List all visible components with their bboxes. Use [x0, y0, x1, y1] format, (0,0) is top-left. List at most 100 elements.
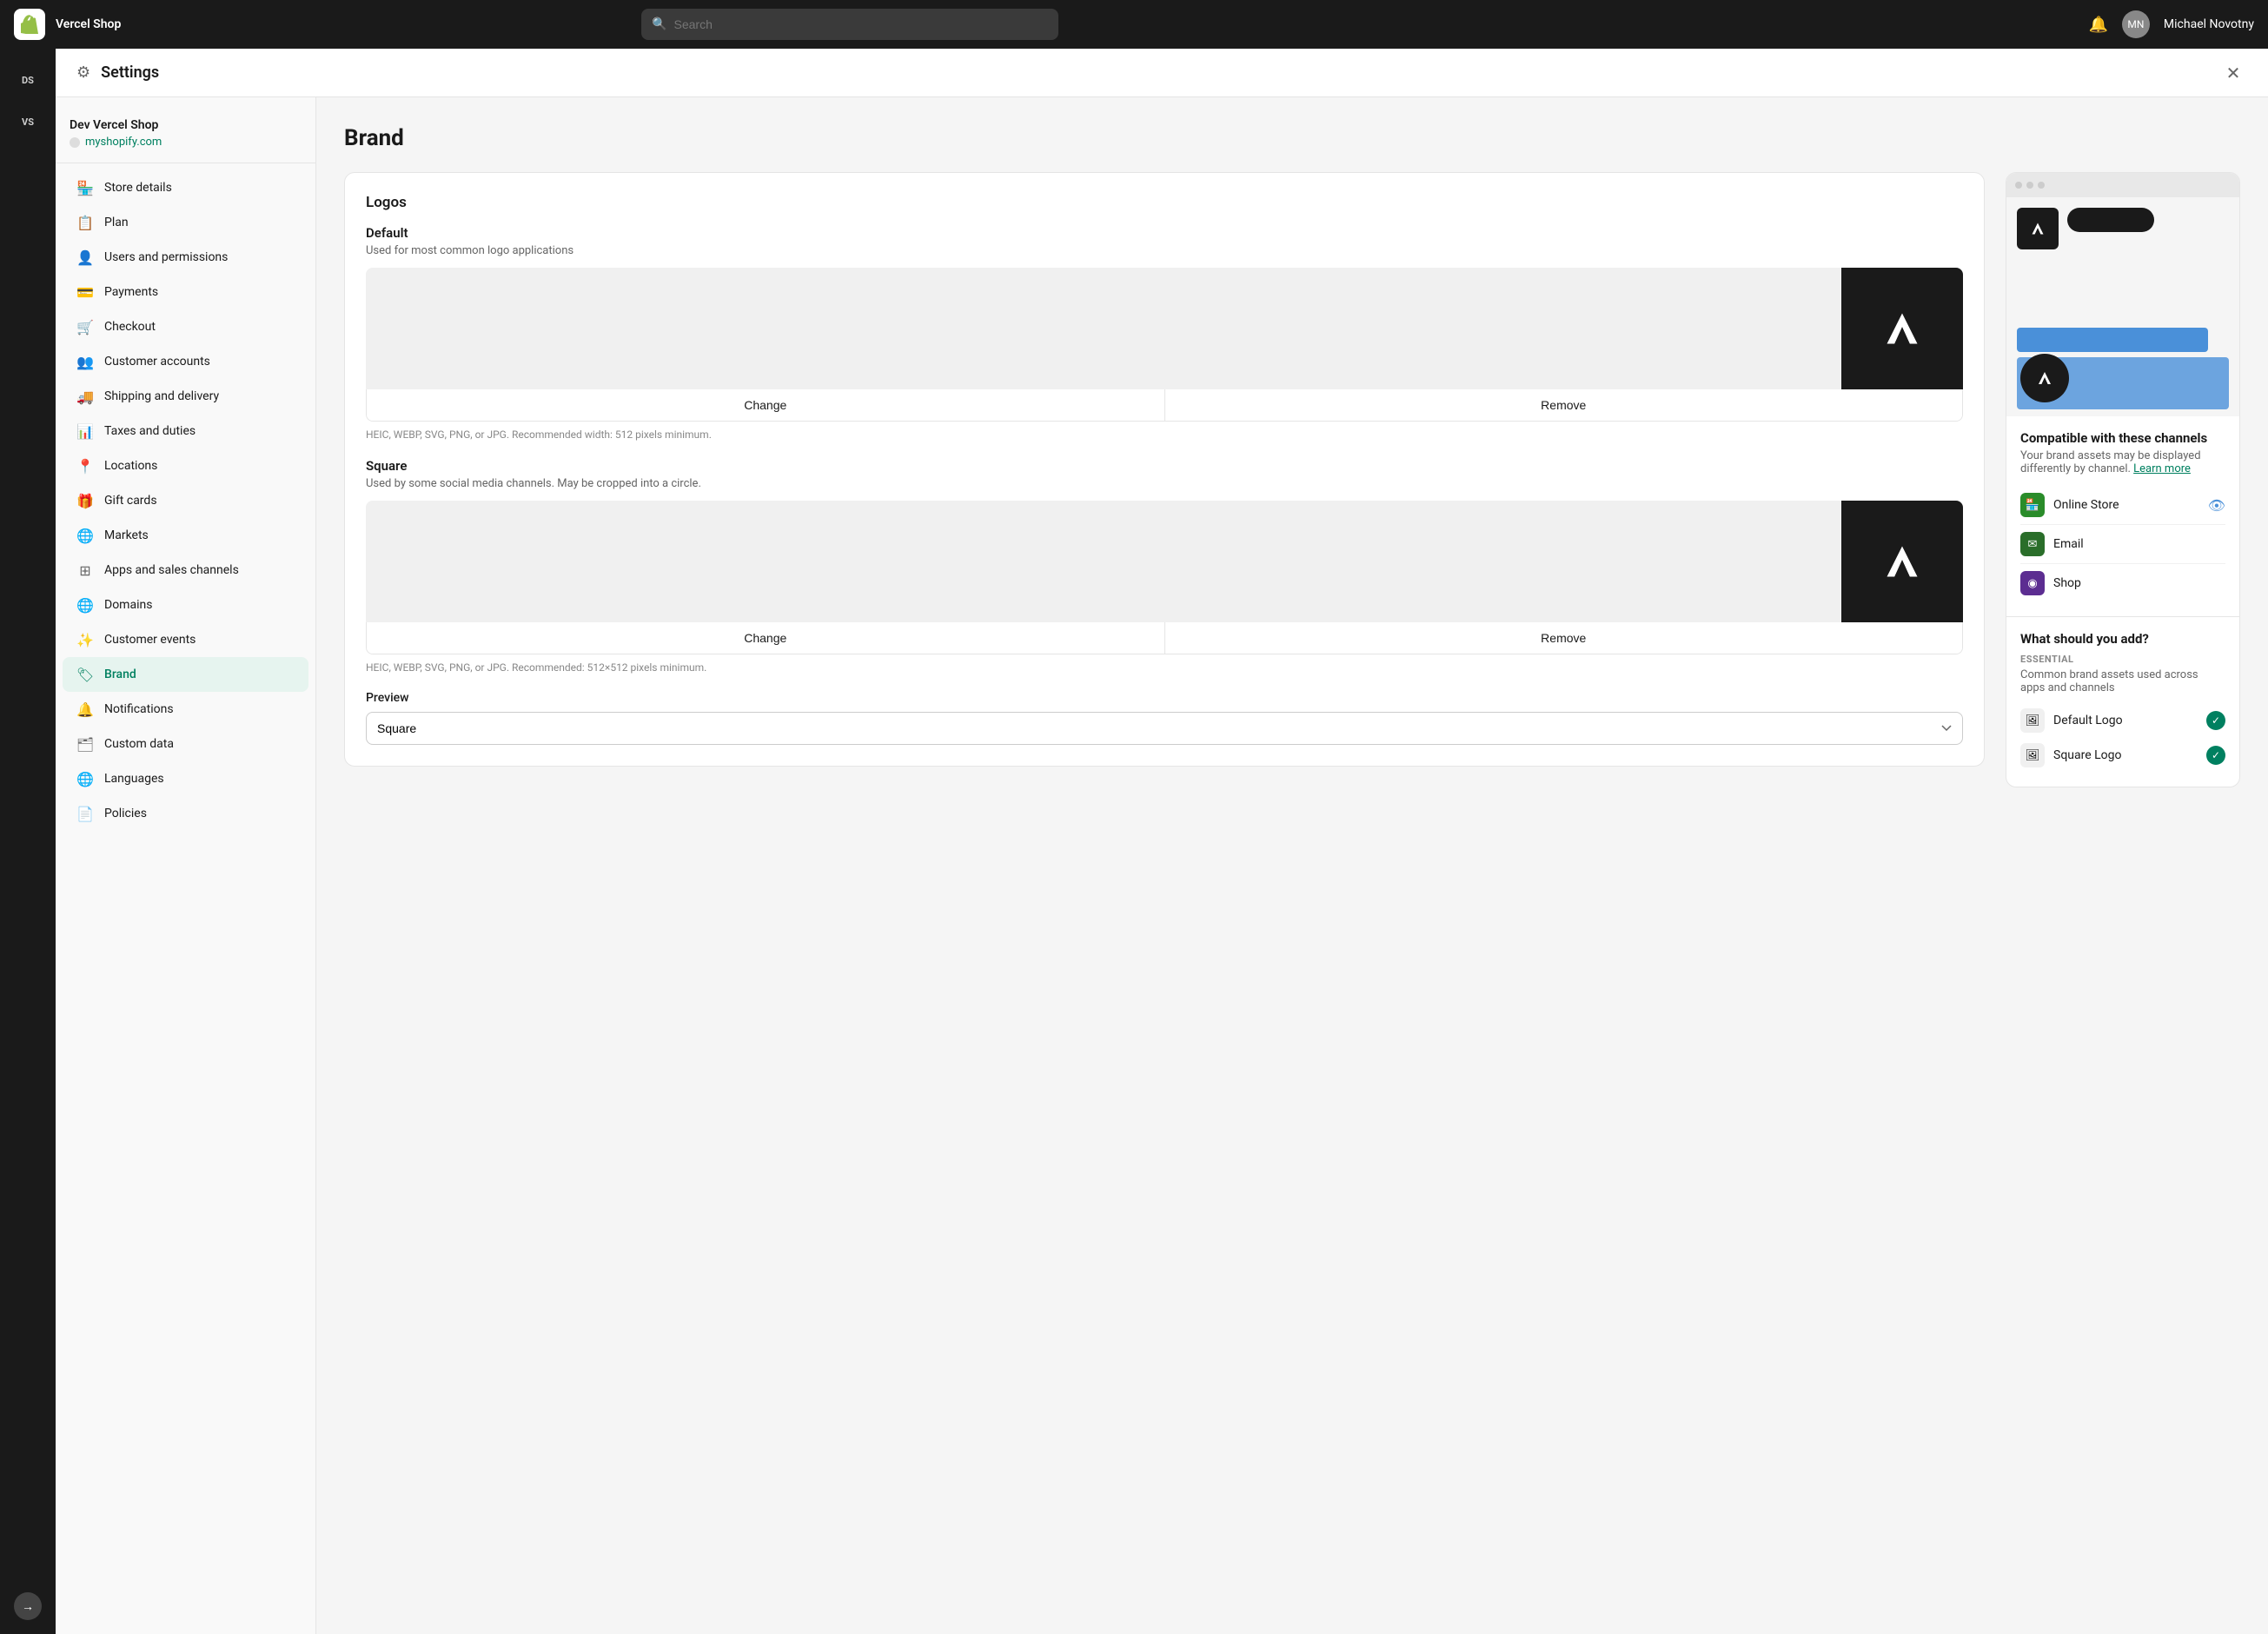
topbar: Vercel Shop 🔍 🔔 MN Michael Novotny [0, 0, 2268, 49]
checkout-icon: 🛒 [76, 318, 94, 335]
sidebar-item-apps-sales[interactable]: ⊞Apps and sales channels [63, 553, 308, 588]
sidebar-item-customer-accounts[interactable]: 👥 Customer accounts [63, 344, 308, 379]
settings-title: Settings [101, 63, 159, 82]
sidebar-item-plan[interactable]: 📋 Plan [63, 205, 308, 240]
essential-name-default-logo: Default Logo [2053, 714, 2198, 727]
store-url-row: myshopify.com [70, 136, 302, 149]
default-logo-hint: HEIC, WEBP, SVG, PNG, or JPG. Recommende… [366, 428, 1963, 441]
essential-desc: Common brand assets used across apps and… [2020, 668, 2225, 694]
default-logo-change-button[interactable]: Change [367, 389, 1165, 421]
square-logo-change-button[interactable]: Change [367, 622, 1165, 654]
left-nav-ds[interactable]: DS [10, 63, 45, 97]
default-logo-remove-button[interactable]: Remove [1165, 389, 1963, 421]
left-nav: DS VS → [0, 49, 56, 1634]
sidebar-item-customer-events[interactable]: ✨Customer events [63, 622, 308, 657]
shopify-logo[interactable] [14, 9, 45, 40]
default-logo-preview [366, 268, 1963, 389]
essential-default-logo: 🖼Default Logo✓ [2020, 703, 2225, 738]
sidebar-item-payments[interactable]: 💳Payments [63, 275, 308, 309]
close-button[interactable]: ✕ [2219, 59, 2247, 87]
logos-title: Logos [366, 194, 1963, 211]
square-logo-title: Square [366, 458, 1963, 474]
plan-icon: 📋 [76, 214, 94, 231]
sidebar-item-users-permissions[interactable]: 👤Users and permissions [63, 240, 308, 275]
learn-more-link[interactable]: Learn more [2133, 462, 2191, 475]
content-layout: Logos Default Used for most common logo … [344, 172, 2240, 787]
default-logo-desc: Used for most common logo applications [366, 244, 1963, 257]
left-nav-arrow[interactable]: → [14, 1592, 42, 1620]
check-default-logo: ✓ [2206, 711, 2225, 730]
essential-label: ESSENTIAL [2020, 654, 2225, 665]
channel-eye-online-store[interactable]: 👁 [2208, 497, 2225, 514]
sidebar-item-store-details[interactable]: 🏪 Store details [63, 170, 308, 205]
sidebar-label-markets: Markets [104, 528, 149, 542]
circle-logo [2020, 354, 2069, 402]
page-title: Brand [344, 125, 2240, 151]
sidebar-item-locations[interactable]: 📍 Locations [63, 448, 308, 483]
gift-cards-icon: 🎁 [76, 492, 94, 509]
default-logo-actions: Change Remove [366, 389, 1963, 422]
sidebar-item-checkout[interactable]: 🛒 Checkout [63, 309, 308, 344]
sidebar-item-shipping-delivery[interactable]: 🚚Shipping and delivery [63, 379, 308, 414]
settings-sidebar: Dev Vercel Shop myshopify.com 🏪Store det… [56, 97, 316, 1634]
sidebar-label-plan: Plan [104, 216, 129, 229]
bell-icon[interactable]: 🔔 [2089, 16, 2108, 34]
sidebar-label-languages: Languages [104, 772, 164, 786]
channel-name-shop: Shop [2053, 576, 2225, 590]
sidebar-item-gift-cards[interactable]: 🎁 Gift cards [63, 483, 308, 518]
what-title: What should you add? [2020, 631, 2225, 647]
preview-select[interactable]: Square Default [366, 712, 1963, 745]
default-logo-bg-left [366, 268, 1841, 389]
store-url-link[interactable]: myshopify.com [85, 136, 162, 149]
sidebar-item-brand[interactable]: 🏷Brand [63, 657, 308, 692]
shop-name: Vercel Shop [56, 17, 121, 31]
search-input[interactable] [674, 17, 1049, 31]
sidebar-label-shipping-delivery: Shipping and delivery [104, 389, 219, 403]
sidebar-item-languages[interactable]: 🌐Languages [63, 761, 308, 796]
sidebar-item-taxes-duties[interactable]: 📊Taxes and duties [63, 414, 308, 448]
locations-icon: 📍 [76, 457, 94, 475]
sidebar-item-markets[interactable]: 🌐Markets [63, 518, 308, 553]
browser-logo-box [2017, 208, 2059, 249]
panel-info: Compatible with these channels Your bran… [2006, 416, 2239, 616]
sidebar-item-domains[interactable]: 🌐Domains [63, 588, 308, 622]
what-panel: What should you add? ESSENTIAL Common br… [2006, 616, 2239, 787]
store-favicon [70, 137, 80, 148]
sidebar-item-custom-data[interactable]: 🗂Custom data [63, 727, 308, 761]
square-logo-remove-button[interactable]: Remove [1165, 622, 1963, 654]
topbar-right: 🔔 MN Michael Novotny [2089, 10, 2254, 38]
search-bar[interactable]: 🔍 [641, 9, 1058, 40]
sidebar-item-notifications[interactable]: 🔔Notifications [63, 692, 308, 727]
logos-section: Logos Default Used for most common logo … [344, 172, 1985, 784]
browser-bar-blue-1 [2017, 328, 2208, 352]
left-nav-vs[interactable]: VS [10, 104, 45, 139]
channel-list: 🏪Online Store👁✉Email◉Shop [2020, 486, 2225, 602]
sidebar-label-store-details: Store details [104, 181, 172, 195]
browser-bar [2006, 173, 2239, 197]
default-logo-svg [1872, 298, 1933, 359]
sidebar-item-policies[interactable]: 📄Policies [63, 796, 308, 831]
apps-sales-icon: ⊞ [76, 561, 94, 579]
browser-dot-2 [2026, 182, 2033, 189]
settings-modal: ⚙ Settings ✕ Dev Vercel Shop myshopify.c… [56, 49, 2268, 1634]
square-logo-bg-right [1841, 501, 1963, 622]
domains-icon: 🌐 [76, 596, 94, 614]
essential-list: 🖼Default Logo✓🖼Square Logo✓ [2020, 703, 2225, 773]
payments-icon: 💳 [76, 283, 94, 301]
square-logo-desc: Used by some social media channels. May … [366, 477, 1963, 490]
settings-header: ⚙ Settings ✕ [56, 49, 2268, 97]
customer-accounts-icon: 👥 [76, 353, 94, 370]
preview-label: Preview [366, 691, 1963, 705]
store-details-icon: 🏪 [76, 179, 94, 196]
sidebar-label-checkout: Checkout [104, 320, 156, 334]
sidebar-label-customer-events: Customer events [104, 633, 196, 647]
search-icon: 🔍 [652, 17, 666, 31]
sidebar-label-locations: Locations [104, 459, 157, 473]
email-icon: ✉ [2020, 532, 2045, 556]
channel-shop: ◉Shop [2020, 564, 2225, 602]
browser-content [2006, 197, 2239, 328]
sidebar-label-users-permissions: Users and permissions [104, 250, 228, 264]
sidebar-label-customer-accounts: Customer accounts [104, 355, 210, 369]
avatar[interactable]: MN [2122, 10, 2150, 38]
sidebar-label-gift-cards: Gift cards [104, 494, 157, 508]
